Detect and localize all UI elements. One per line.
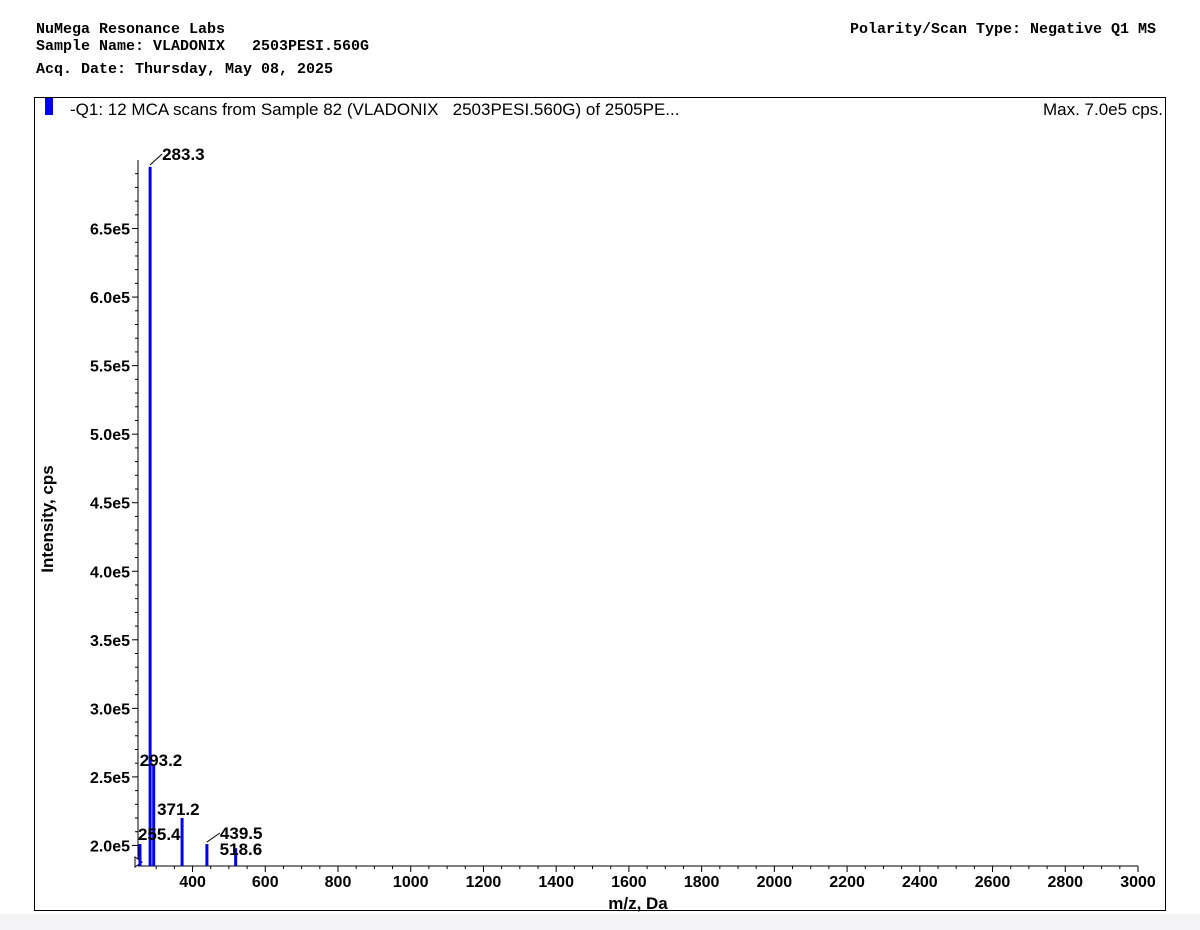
x-tick-label: 2400 [902, 874, 938, 891]
peak-label: 255.4 [138, 825, 181, 844]
y-tick-label: 2.5e5 [90, 770, 130, 787]
x-tick-label: 2800 [1047, 874, 1083, 891]
peak-label-leader [149, 153, 163, 166]
x-tick-label: 2000 [757, 874, 793, 891]
x-tick-label: 600 [252, 874, 279, 891]
y-tick-label: 5.0e5 [90, 427, 130, 444]
x-tick-label: 400 [179, 874, 206, 891]
x-tick-label: 1000 [393, 874, 429, 891]
x-tick-label: 3000 [1120, 874, 1156, 891]
peak-label: 283.3 [162, 145, 205, 164]
peak-label: 518.6 [220, 840, 263, 859]
spectrum-chart: 2.0e5 2.5e5 3.0e5 3.5e5 4.0e5 4.5e5 5.0e5 5.5e5… [38, 145, 1156, 913]
y-axis-title: Intensity, cps [38, 465, 57, 572]
peak-label: 371.2 [157, 800, 200, 819]
peak-label-leader [206, 832, 221, 843]
x-tick-label: 1800 [684, 874, 720, 891]
y-tick-label: 4.0e5 [90, 564, 130, 581]
y-tick-label: 6.5e5 [90, 222, 130, 239]
x-tick-label: 1200 [466, 874, 502, 891]
x-tick-label: 2600 [975, 874, 1011, 891]
peak-label: 293.2 [140, 751, 183, 770]
x-tick-label: 800 [325, 874, 352, 891]
y-tick-label: 3.0e5 [90, 701, 130, 718]
y-tick-label: 4.5e5 [90, 496, 130, 513]
footer-band [0, 914, 1200, 930]
y-tick-label: 5.5e5 [90, 359, 130, 376]
y-tick-label: 6.0e5 [90, 290, 130, 307]
y-tick-label: 3.5e5 [90, 633, 130, 650]
x-axis-title: m/z, Da [608, 894, 668, 913]
y-tick-label: 2.0e5 [90, 838, 130, 855]
x-tick-label: 1400 [538, 874, 574, 891]
x-tick-label: 2200 [829, 874, 865, 891]
x-tick-label: 1600 [611, 874, 647, 891]
